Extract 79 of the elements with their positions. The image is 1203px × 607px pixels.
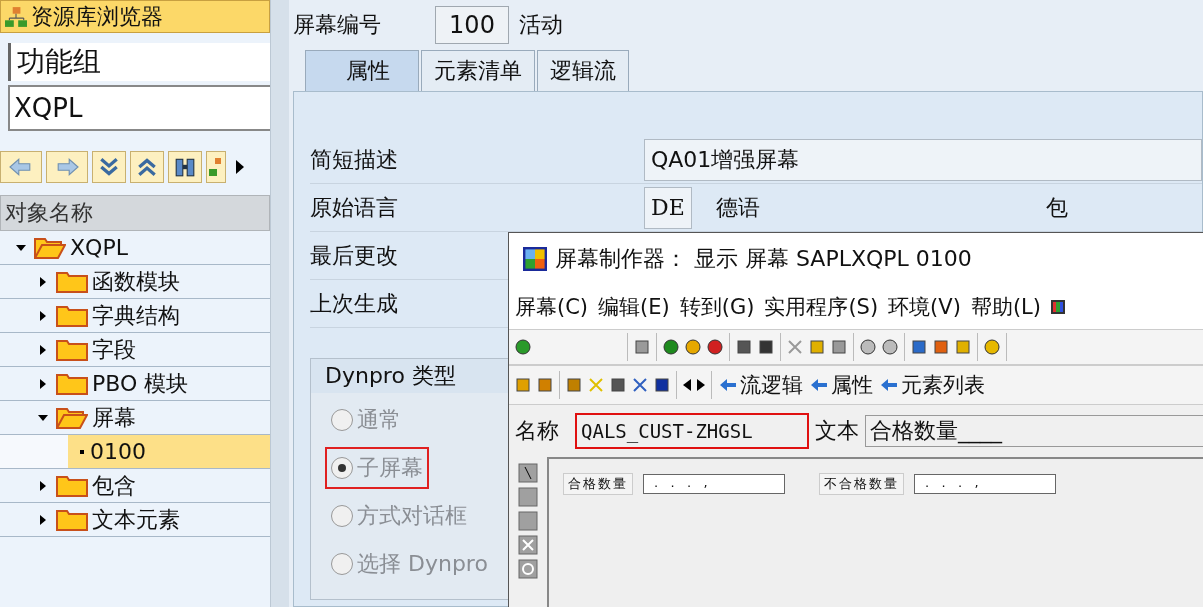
tab[interactable]: 逻辑流 <box>537 50 629 91</box>
folder-icon <box>56 303 88 328</box>
scrollbar[interactable] <box>270 0 289 607</box>
tree-item-label: 包含 <box>92 471 136 500</box>
expander-icon[interactable] <box>38 514 48 525</box>
canvas-label[interactable]: 不合格数量 <box>819 473 904 495</box>
canvas-input-field[interactable]: . . . , <box>643 474 785 494</box>
folder-icon <box>34 235 66 260</box>
object-name-field[interactable]: XQPL <box>8 85 270 131</box>
field-label: 屏幕编号 <box>293 11 381 39</box>
folder-icon <box>56 405 88 430</box>
tree-item-label: 函数模块 <box>92 267 180 296</box>
collapse-button[interactable] <box>92 151 126 183</box>
expander-icon[interactable] <box>38 480 48 491</box>
folder-icon <box>56 337 88 362</box>
expander-icon[interactable] <box>38 276 48 287</box>
expand-button[interactable] <box>130 151 164 183</box>
nav-button[interactable]: 流逻辑 <box>720 371 803 399</box>
field-label: 文本 <box>815 417 859 445</box>
tree-item-label: XQPL <box>70 235 128 260</box>
expander-icon[interactable] <box>38 310 48 321</box>
tree-item-label: 字段 <box>92 335 136 364</box>
more-arrow-icon[interactable] <box>236 160 244 174</box>
panel-title-text: 资源库浏览器 <box>31 2 163 31</box>
field-label: 包 <box>1046 193 1068 222</box>
menu-item[interactable]: 编辑(E) <box>598 293 670 321</box>
tree-item-label: PBO 模块 <box>92 369 189 398</box>
language-name: 德语 <box>716 193 761 222</box>
next-icon[interactable] <box>697 379 705 391</box>
checkbox-icon[interactable] <box>518 535 538 555</box>
canvas-input-field[interactable]: . . . , <box>914 474 1056 494</box>
left-arrow-icon <box>881 379 897 391</box>
folder-icon <box>56 269 88 294</box>
folder-icon <box>56 507 88 532</box>
expander-icon[interactable] <box>38 378 48 389</box>
tree-item-label: 文本元素 <box>92 505 180 534</box>
nav-button[interactable]: 属性 <box>811 371 873 399</box>
tab[interactable]: 属性 <box>305 50 419 91</box>
folder-icon <box>56 371 88 396</box>
expander-icon[interactable] <box>38 412 48 423</box>
field-label: 原始语言 <box>310 194 398 220</box>
binoculars-icon <box>174 156 196 178</box>
tree-item-label: 0100 <box>90 439 146 464</box>
tab[interactable]: 元素清单 <box>421 50 535 91</box>
field-label: 上次生成 <box>310 290 398 316</box>
double-chevron-up-icon <box>136 156 158 178</box>
text-field[interactable]: 合格数量____ <box>865 415 1203 447</box>
field-label: 名称 <box>515 417 559 445</box>
left-arrow-icon <box>811 379 827 391</box>
app-logo-icon <box>523 247 547 271</box>
binoculars-button[interactable] <box>168 151 202 183</box>
folder-icon <box>56 473 88 498</box>
column-header: 对象名称 <box>0 195 270 231</box>
field-label: 简短描述 <box>310 146 398 172</box>
nav-button[interactable]: 元素列表 <box>881 371 985 399</box>
status-text: 活动 <box>519 11 563 39</box>
menu-item[interactable]: 帮助(L) <box>970 293 1041 321</box>
screen-number-field[interactable]: 100 <box>435 6 509 44</box>
object-type-field[interactable]: 功能组 <box>8 43 270 81</box>
canvas-label[interactable]: 合格数量 <box>563 473 633 495</box>
name-field[interactable]: QALS_CUST-ZHGSL <box>575 413 809 449</box>
language-field[interactable]: DE <box>644 186 692 229</box>
menu-item[interactable]: 转到(G) <box>679 293 755 321</box>
radio-icon[interactable] <box>518 559 538 579</box>
tree-item-label: 屏幕 <box>92 403 136 432</box>
tree-item[interactable]: 0100 <box>0 435 270 469</box>
expander-icon[interactable] <box>16 242 26 253</box>
tree-item-label: 字典结构 <box>92 301 180 330</box>
menu-item[interactable]: 实用程序(S) <box>764 293 879 321</box>
expander-icon[interactable] <box>38 344 48 355</box>
monitor-icon[interactable] <box>1050 300 1065 314</box>
left-arrow-icon <box>720 379 736 391</box>
menu-item[interactable]: 环境(V) <box>888 293 961 321</box>
description-field[interactable]: QA01增强屏幕 <box>644 138 1202 181</box>
window-title: 屏幕制作器： 显示 屏幕 SAPLXQPL 0100 <box>555 245 972 273</box>
field-label: 最后更改 <box>310 242 398 268</box>
menu-item[interactable]: 屏幕(C) <box>515 293 589 321</box>
double-chevron-down-icon <box>98 156 120 178</box>
previous-icon[interactable] <box>683 379 691 391</box>
